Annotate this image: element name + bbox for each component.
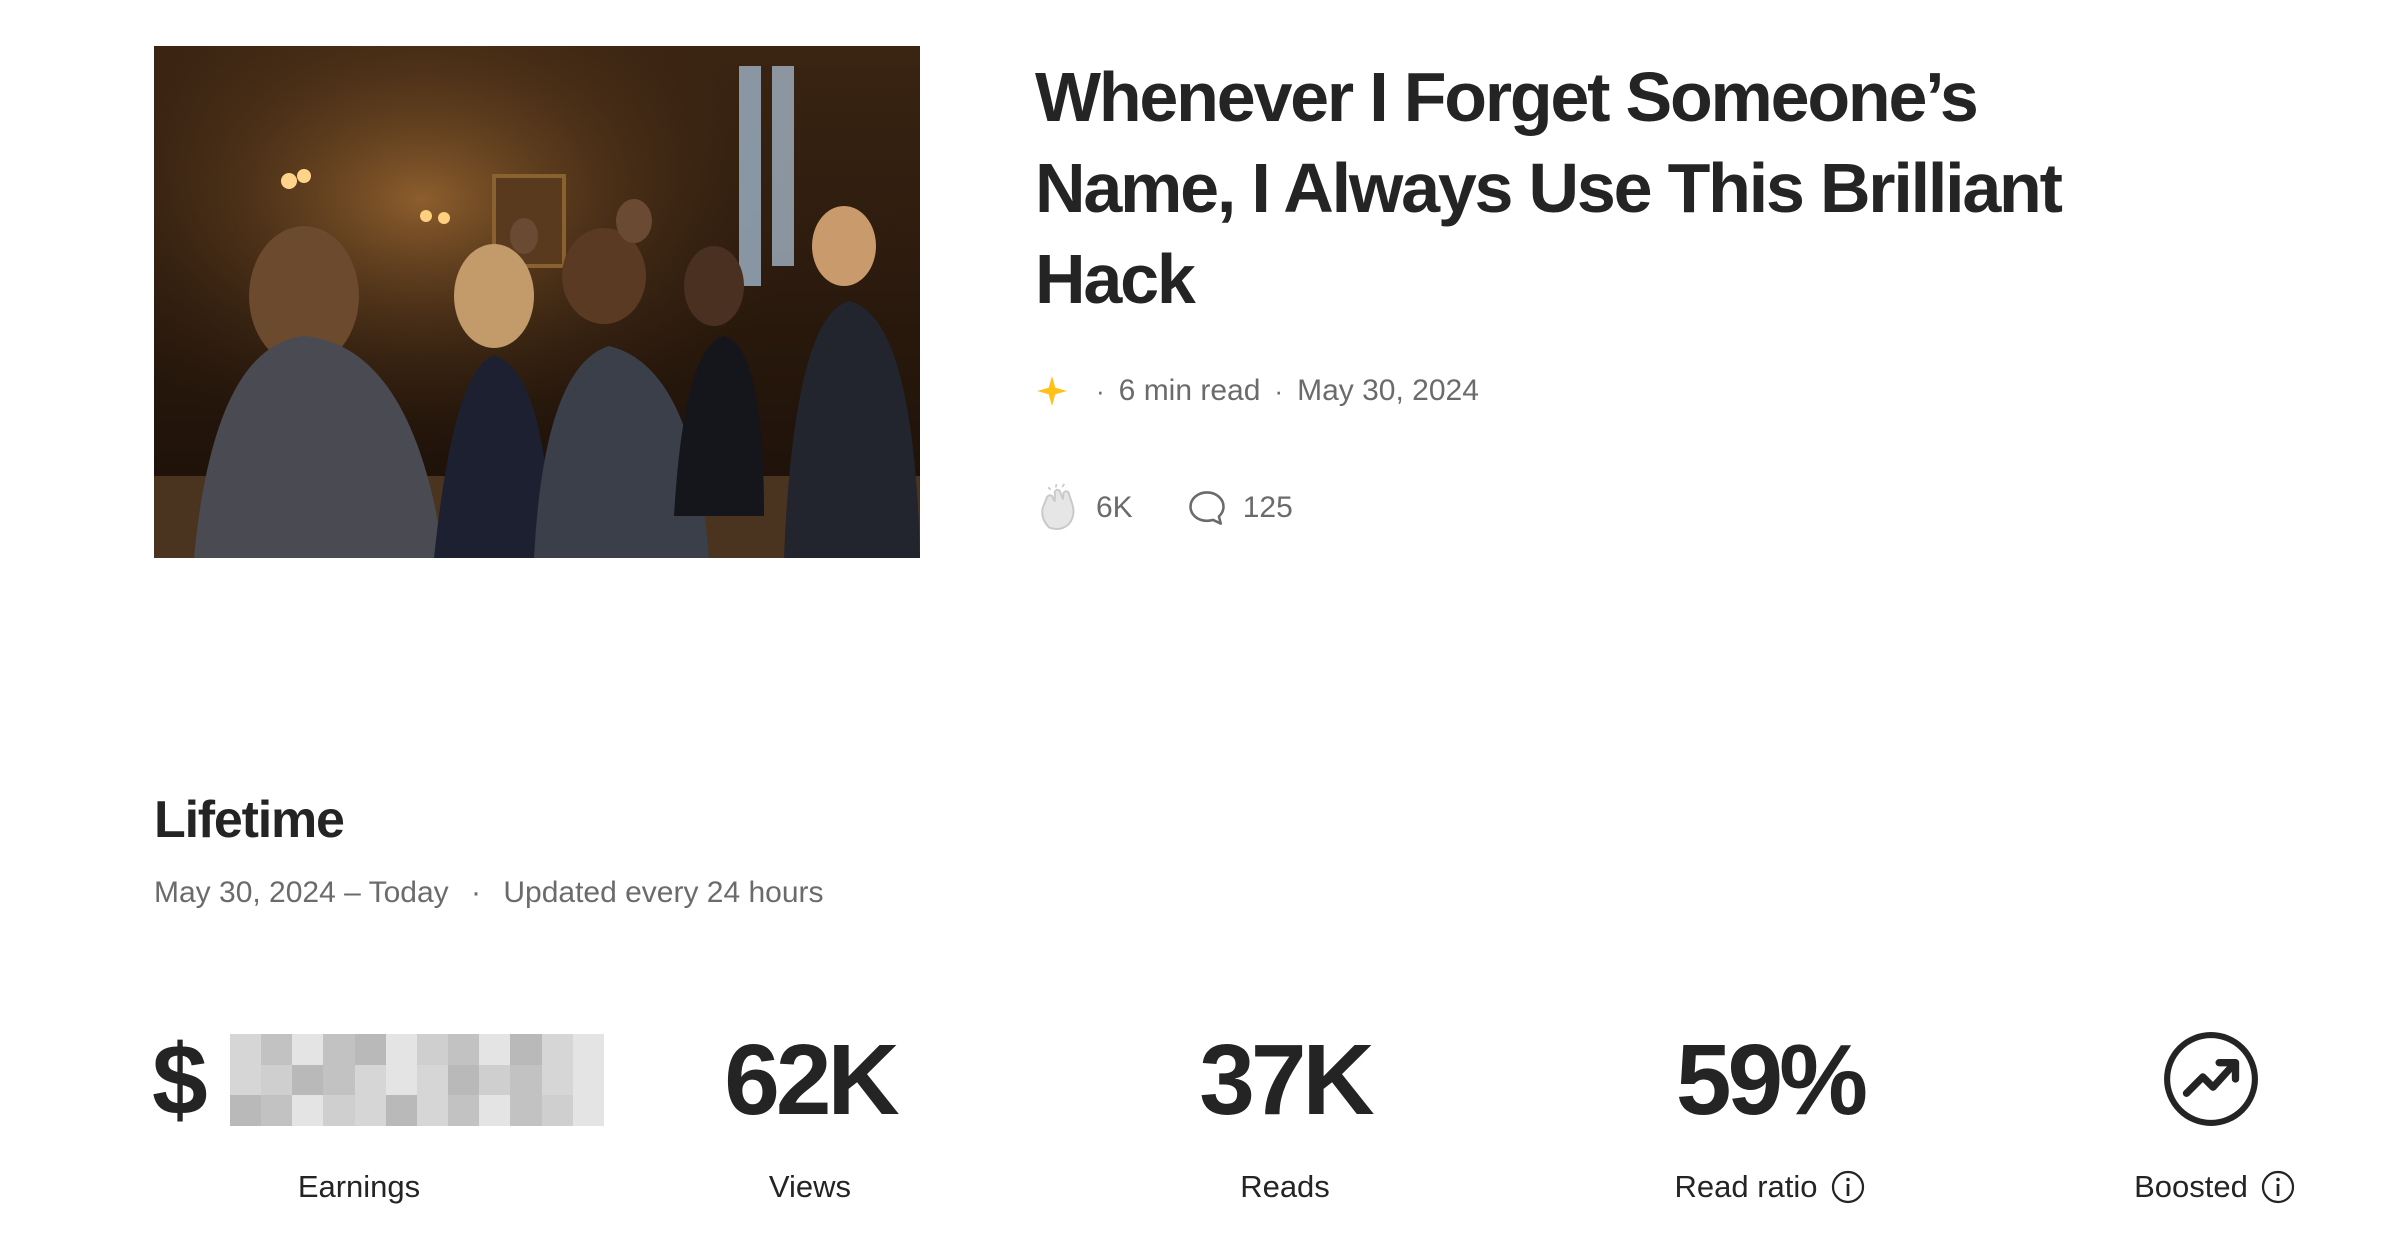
- party-scene-image: [154, 46, 920, 558]
- lifetime-subtitle: May 30, 2024 – Today · Updated every 24 …: [154, 876, 824, 910]
- publish-date: May 30, 2024: [1297, 374, 1479, 407]
- article-title[interactable]: Whenever I Forget Someone’s Name, I Alwa…: [1035, 52, 2155, 325]
- earnings-value-redacted: [230, 1034, 604, 1126]
- reads-value: 37K: [1199, 1024, 1374, 1136]
- article-meta: · 6 min read · May 30, 2024: [1034, 368, 1479, 414]
- earnings-label: Earnings: [297, 1169, 421, 1204]
- separator-dot: ·: [1096, 375, 1105, 406]
- views-label: Views: [768, 1169, 852, 1204]
- read-ratio-label: Read ratio: [1674, 1169, 1818, 1204]
- star-icon: [1037, 376, 1067, 406]
- comment-icon[interactable]: [1185, 486, 1229, 530]
- info-icon[interactable]: [2260, 1169, 2296, 1205]
- date-range: May 30, 2024 – Today: [154, 876, 449, 909]
- info-icon[interactable]: [1830, 1169, 1866, 1205]
- earnings-currency: $: [152, 1024, 208, 1136]
- boosted-label-row: Boosted: [2090, 1166, 2340, 1208]
- lifetime-heading: Lifetime: [154, 791, 345, 849]
- clap-count: 6K: [1096, 491, 1133, 524]
- response-count: 125: [1242, 491, 1293, 524]
- separator-dot: ·: [471, 876, 481, 909]
- reads-label: Reads: [1240, 1169, 1330, 1204]
- article-thumbnail[interactable]: [154, 46, 920, 558]
- read-time: 6 min read: [1118, 374, 1261, 407]
- read-ratio-label-row: Read ratio: [1610, 1166, 1930, 1208]
- update-frequency: Updated every 24 hours: [503, 876, 824, 909]
- engagement-bar: 6K 125: [1034, 478, 1293, 538]
- views-value: 62K: [724, 1024, 899, 1136]
- boosted-label: Boosted: [2134, 1169, 2248, 1204]
- separator-dot: ·: [1274, 375, 1284, 406]
- trending-up-icon: [2164, 1032, 2258, 1126]
- read-ratio-value: 59%: [1675, 1024, 1868, 1136]
- clap-icon[interactable]: [1034, 482, 1086, 534]
